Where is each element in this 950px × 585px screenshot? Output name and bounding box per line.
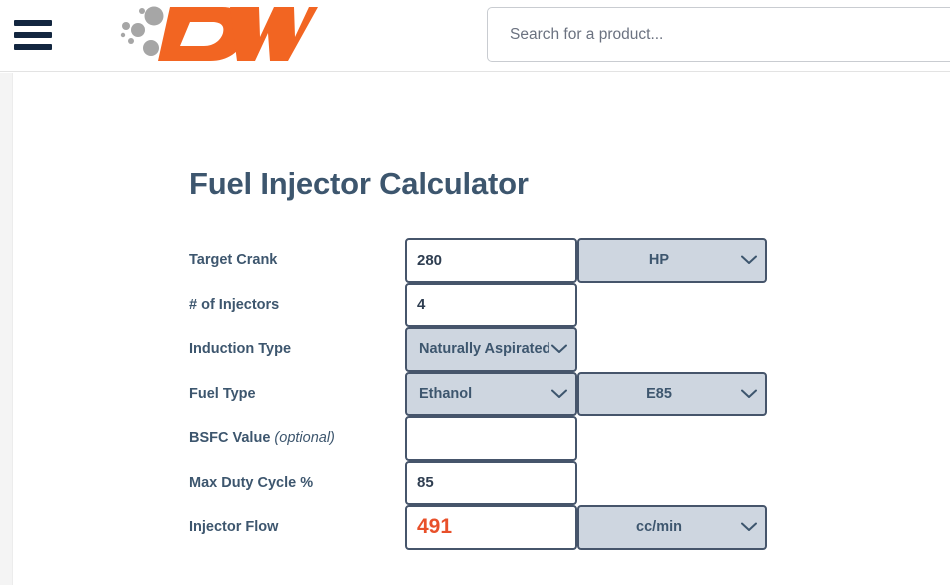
hamburger-menu-icon[interactable] bbox=[14, 17, 54, 53]
chevron-down-icon bbox=[549, 344, 575, 354]
field-label-text: Target Crank bbox=[189, 252, 278, 268]
field-label: Target Crank bbox=[189, 238, 277, 283]
field-label-text: # of Injectors bbox=[189, 296, 280, 313]
field-label: Induction Type bbox=[189, 327, 291, 372]
max-duty-cycle-input[interactable] bbox=[405, 460, 577, 505]
fuel-type-select[interactable]: Ethanol bbox=[405, 371, 577, 416]
target-crank-input[interactable] bbox=[405, 238, 577, 283]
select-value: E85 bbox=[646, 385, 672, 402]
field-label: Max Duty Cycle % bbox=[189, 461, 313, 506]
field-unit: HP bbox=[577, 238, 767, 283]
injector-flow-unit-select[interactable]: cc/min bbox=[577, 505, 767, 550]
bsfc-value-input[interactable] bbox=[405, 416, 577, 461]
field-primary bbox=[405, 282, 577, 327]
field-label-text: Induction Type bbox=[189, 341, 292, 357]
number-of-injectors-input[interactable] bbox=[405, 282, 577, 327]
select-value: cc/min bbox=[636, 519, 682, 536]
field-unit: cc/min bbox=[577, 505, 767, 550]
form-row: # of Injectors bbox=[189, 282, 789, 328]
field-primary bbox=[405, 460, 577, 505]
field-primary bbox=[405, 238, 577, 283]
field-primary: Ethanol bbox=[405, 371, 577, 416]
select-value: Ethanol bbox=[419, 385, 473, 402]
field-label-text: Fuel Type bbox=[189, 385, 256, 402]
search-input[interactable] bbox=[487, 7, 950, 62]
form-row: Target Crank HP bbox=[189, 238, 789, 283]
dw-logo[interactable] bbox=[118, 4, 318, 66]
chevron-down-icon bbox=[739, 522, 765, 532]
induction-type-select[interactable]: Naturally Aspirated bbox=[405, 327, 577, 372]
target-crank-unit-select[interactable]: HP bbox=[577, 238, 767, 283]
field-label: Injector Flow bbox=[189, 505, 278, 550]
injector-flow-result bbox=[405, 505, 577, 550]
field-primary bbox=[405, 505, 577, 550]
search-box[interactable] bbox=[487, 7, 950, 62]
fuel-injector-calculator-form: Target Crank HP # of Injectors bbox=[189, 238, 789, 550]
field-label: Fuel Type bbox=[189, 372, 256, 417]
page-root: Fuel Injector Calculator Target Crank HP… bbox=[0, 0, 950, 585]
field-label-text: Max Duty Cycle % bbox=[189, 474, 314, 491]
form-row: BSFC Value (optional) bbox=[189, 416, 789, 461]
field-label-optional: (optional) bbox=[274, 430, 335, 446]
field-unit: E85 bbox=[577, 371, 767, 416]
page-title: Fuel Injector Calculator bbox=[189, 166, 529, 201]
form-row: Max Duty Cycle % bbox=[189, 460, 789, 506]
field-primary: Naturally Aspirated bbox=[405, 327, 577, 372]
form-row: Fuel Type Ethanol E85 bbox=[189, 371, 789, 417]
site-header bbox=[0, 0, 950, 72]
chevron-down-icon bbox=[739, 389, 765, 399]
hamburger-bar bbox=[14, 20, 52, 26]
field-label: # of Injectors bbox=[189, 283, 279, 328]
field-primary bbox=[405, 416, 577, 461]
form-row: Induction Type Naturally Aspirated bbox=[189, 327, 789, 372]
field-label: BSFC Value (optional) bbox=[189, 416, 335, 461]
left-rail bbox=[0, 73, 13, 585]
field-label-text: Injector Flow bbox=[189, 519, 279, 535]
form-row: Injector Flow cc/min bbox=[189, 505, 789, 550]
fuel-blend-select[interactable]: E85 bbox=[577, 371, 767, 416]
hamburger-bar bbox=[14, 44, 52, 50]
select-value: Naturally Aspirated bbox=[419, 341, 549, 358]
select-value: HP bbox=[648, 252, 670, 269]
field-label-text: BSFC Value bbox=[189, 430, 275, 446]
page-content: Fuel Injector Calculator Target Crank HP… bbox=[0, 73, 950, 585]
chevron-down-icon bbox=[739, 255, 765, 265]
hamburger-bar bbox=[14, 32, 52, 38]
chevron-down-icon bbox=[549, 389, 575, 399]
